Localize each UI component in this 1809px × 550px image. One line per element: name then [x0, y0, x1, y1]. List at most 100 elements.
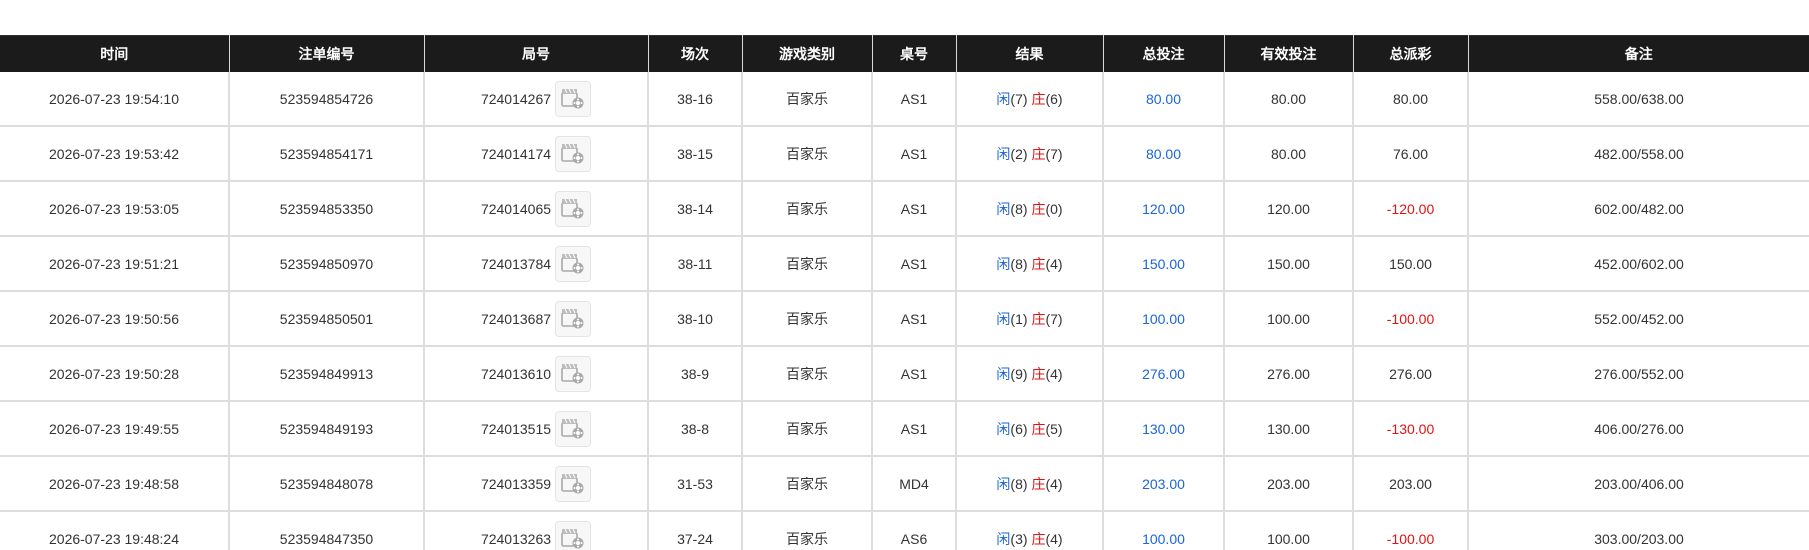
round-no-text: 724014065 [480, 200, 552, 217]
cell-game-type: 百家乐 [742, 401, 873, 457]
cell-game-type: 百家乐 [742, 456, 873, 512]
cell-note: 303.00/203.00 [1468, 511, 1809, 550]
cell-total-payout: 276.00 [1353, 346, 1469, 402]
column-header-total-payout: 总派彩 [1353, 35, 1469, 72]
table-row: 2026-07-23 19:53:05 523594853350 7240140… [0, 181, 1809, 237]
result-banker-score: (4) [1045, 530, 1063, 547]
cell-total-bet: 100.00 [1103, 291, 1225, 347]
video-replay-icon[interactable] [555, 80, 592, 117]
cell-total-bet: 150.00 [1103, 236, 1225, 292]
cell-table-no: AS1 [872, 291, 957, 347]
result-banker-score: (6) [1045, 90, 1063, 107]
table-row: 2026-07-23 19:53:42 523594854171 7240141… [0, 126, 1809, 182]
result-player-label: 闲 [996, 365, 1011, 382]
round-no-wrapper: 724013784 [481, 245, 592, 282]
video-replay-icon[interactable] [555, 410, 592, 447]
video-replay-icon[interactable] [555, 520, 592, 550]
video-replay-icon[interactable] [555, 190, 592, 227]
cell-total-payout: -120.00 [1353, 181, 1469, 237]
cell-time: 2026-07-23 19:53:05 [0, 181, 230, 237]
result-banker-label: 庄 [1031, 145, 1046, 162]
cell-note: 482.00/558.00 [1468, 126, 1809, 182]
cell-order-no: 523594848078 [229, 456, 425, 512]
result-player-label: 闲 [996, 90, 1011, 107]
result-banker-label: 庄 [1031, 310, 1046, 327]
cell-session: 38-8 [648, 401, 743, 457]
result-player-label: 闲 [996, 475, 1011, 492]
cell-valid-bet: 80.00 [1224, 72, 1354, 127]
cell-note: 276.00/552.00 [1468, 346, 1809, 402]
cell-time: 2026-07-23 19:54:10 [0, 72, 230, 127]
result-player-score: (9) [1010, 365, 1028, 382]
result-player-label: 闲 [996, 310, 1011, 327]
result-player-score: (3) [1010, 530, 1028, 547]
video-replay-icon-graphic [561, 308, 584, 328]
video-replay-icon-graphic [561, 88, 584, 108]
cell-session: 38-9 [648, 346, 743, 402]
cell-order-no: 523594850501 [229, 291, 425, 347]
cell-total-payout: -100.00 [1353, 511, 1469, 550]
cell-total-bet: 80.00 [1103, 72, 1225, 127]
cell-table-no: AS1 [872, 72, 957, 127]
video-replay-icon[interactable] [555, 135, 592, 172]
cell-total-payout: -100.00 [1353, 291, 1469, 347]
cell-game-type: 百家乐 [742, 181, 873, 237]
cell-session: 38-16 [648, 72, 743, 127]
cell-result: 闲(8) 庄(4) [956, 456, 1104, 512]
round-no-wrapper: 724014065 [480, 190, 592, 227]
cell-total-bet: 276.00 [1103, 346, 1225, 402]
column-header-note: 备注 [1468, 35, 1809, 72]
video-replay-icon[interactable] [555, 355, 592, 392]
cell-round-no: 724014174 [424, 126, 649, 182]
result-player-label: 闲 [996, 420, 1011, 437]
video-replay-icon-graphic [561, 528, 584, 548]
cell-result: 闲(2) 庄(7) [956, 126, 1104, 182]
result-player-score: (1) [1010, 310, 1028, 327]
cell-note: 552.00/452.00 [1468, 291, 1809, 347]
cell-total-bet: 80.00 [1103, 126, 1225, 182]
round-no-wrapper: 724013263 [481, 520, 592, 550]
result-banker-label: 庄 [1031, 365, 1046, 382]
round-no-text: 724013610 [480, 365, 552, 382]
video-replay-icon-graphic [561, 253, 584, 273]
round-no-text: 724014267 [480, 90, 552, 107]
video-replay-icon-graphic [561, 143, 584, 163]
cell-order-no: 523594850970 [229, 236, 425, 292]
result-banker-label: 庄 [1031, 200, 1046, 217]
cell-note: 452.00/602.00 [1468, 236, 1809, 292]
table-header: 时间 注单编号 局号 场次 游戏类别 桌号 结果 总投注 有效投注 总派彩 备注 [0, 35, 1809, 72]
video-replay-icon[interactable] [555, 245, 592, 282]
video-replay-icon[interactable] [555, 465, 592, 502]
cell-table-no: AS6 [872, 511, 957, 550]
round-no-text: 724013687 [480, 310, 552, 327]
cell-round-no: 724013610 [424, 346, 649, 402]
cell-game-type: 百家乐 [742, 236, 873, 292]
cell-order-no: 523594853350 [229, 181, 425, 237]
result-banker-score: (5) [1045, 420, 1063, 437]
cell-total-payout: 76.00 [1353, 126, 1469, 182]
cell-order-no: 523594854171 [229, 126, 425, 182]
result-player-label: 闲 [996, 145, 1011, 162]
column-header-game-type: 游戏类别 [742, 35, 873, 72]
result-banker-score: (4) [1045, 255, 1063, 272]
cell-round-no: 724013359 [424, 456, 649, 512]
cell-valid-bet: 130.00 [1224, 401, 1354, 457]
cell-round-no: 724013263 [424, 511, 649, 550]
column-header-total-bet: 总投注 [1103, 35, 1225, 72]
cell-total-payout: 203.00 [1353, 456, 1469, 512]
result-player-score: (7) [1010, 90, 1028, 107]
cell-time: 2026-07-23 19:49:55 [0, 401, 230, 457]
video-replay-icon[interactable] [555, 300, 592, 337]
video-replay-icon-graphic [561, 363, 584, 383]
result-player-score: (8) [1010, 475, 1028, 492]
round-no-text: 724013515 [480, 420, 552, 437]
cell-order-no: 523594854726 [229, 72, 425, 127]
cell-valid-bet: 150.00 [1224, 236, 1354, 292]
cell-total-payout: -130.00 [1353, 401, 1469, 457]
round-no-text: 724014174 [480, 145, 552, 162]
bet-records-table: 时间 注单编号 局号 场次 游戏类别 桌号 结果 总投注 有效投注 总派彩 备注… [0, 35, 1809, 550]
cell-table-no: AS1 [872, 346, 957, 402]
table-row: 2026-07-23 19:51:21 523594850970 7240137… [0, 236, 1809, 292]
cell-round-no: 724013515 [424, 401, 649, 457]
cell-table-no: AS1 [872, 181, 957, 237]
